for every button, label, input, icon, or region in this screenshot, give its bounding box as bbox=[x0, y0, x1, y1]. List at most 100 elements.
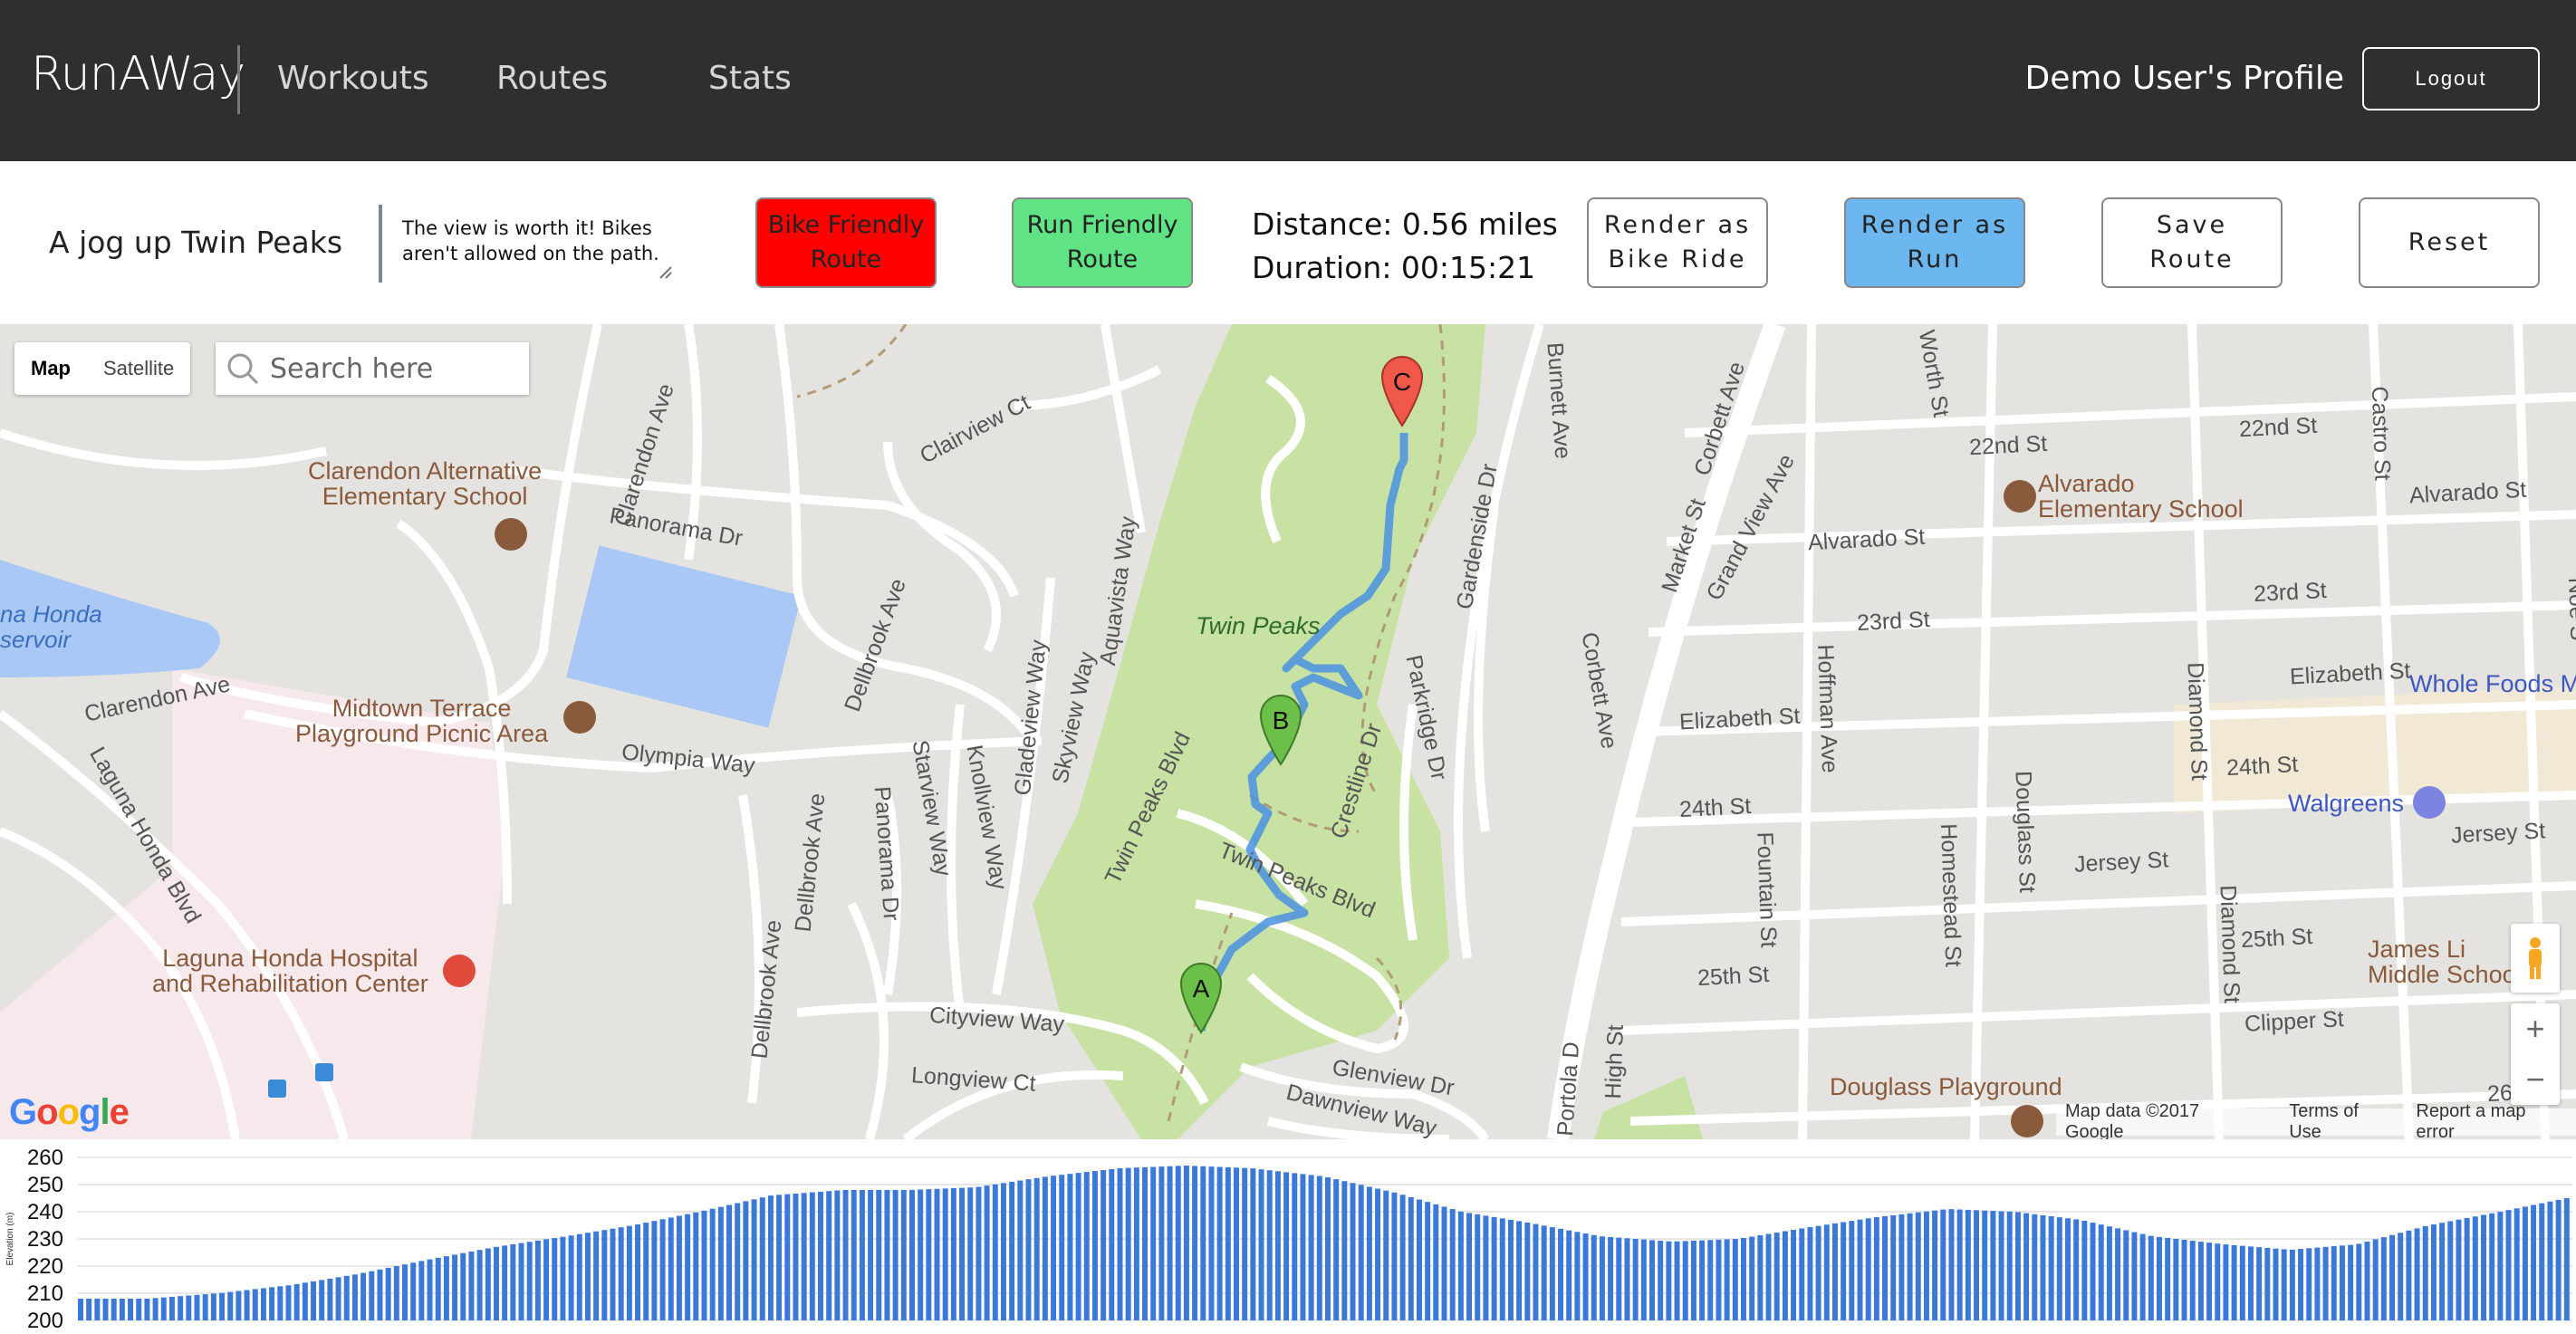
map-type-satellite[interactable]: Satellite bbox=[87, 342, 190, 395]
elevation-bar bbox=[2032, 1214, 2038, 1320]
elevation-bar bbox=[651, 1221, 658, 1320]
elevation-bar bbox=[976, 1186, 982, 1320]
hospital-icon[interactable] bbox=[443, 955, 476, 987]
elevation-bar bbox=[1083, 1172, 1090, 1320]
label-douglass: Douglass St bbox=[2010, 770, 2041, 894]
elevation-bar bbox=[1549, 1227, 1555, 1320]
elevation-bar bbox=[1192, 1166, 1198, 1320]
run-friendly-button[interactable]: Run Friendly Route bbox=[1012, 197, 1193, 288]
elevation-bar bbox=[1408, 1196, 1414, 1320]
elevation-bar bbox=[244, 1290, 250, 1320]
nav-workouts[interactable]: Workouts bbox=[277, 60, 429, 97]
save-route-button[interactable]: Save Route bbox=[2101, 197, 2283, 288]
elevation-bar bbox=[2555, 1199, 2562, 1320]
elevation-bar bbox=[1466, 1213, 1473, 1320]
elevation-bar bbox=[1491, 1216, 1497, 1320]
elevation-bar bbox=[1974, 1210, 1980, 1320]
render-run-button[interactable]: Render as Run bbox=[1844, 197, 2025, 288]
elevation-bar bbox=[1499, 1218, 1505, 1320]
nav-stats[interactable]: Stats bbox=[708, 60, 792, 97]
elevation-bar bbox=[319, 1280, 325, 1320]
zoom-out-button[interactable]: − bbox=[2511, 1054, 2560, 1105]
elevation-bar bbox=[1666, 1241, 1672, 1320]
elevation-bar bbox=[1782, 1231, 1788, 1320]
elevation-bar bbox=[1009, 1181, 1015, 1320]
elevation-bar bbox=[759, 1197, 765, 1320]
label-24th: 24th St bbox=[1678, 792, 1752, 823]
elevation-bar bbox=[1757, 1234, 1764, 1320]
y-tick-label: 240 bbox=[27, 1200, 63, 1224]
elevation-bar bbox=[1799, 1228, 1805, 1320]
elevation-bar bbox=[726, 1204, 733, 1320]
elevation-bar bbox=[1807, 1227, 1813, 1320]
elevation-bar bbox=[1823, 1224, 1830, 1320]
elevation-bar bbox=[801, 1193, 807, 1320]
elevation-bar bbox=[285, 1285, 292, 1320]
elevation-bar bbox=[102, 1299, 109, 1320]
transit-icon[interactable] bbox=[268, 1080, 286, 1098]
marker-a[interactable]: A bbox=[1179, 962, 1223, 1034]
elevation-bar bbox=[2173, 1238, 2179, 1320]
terms-link[interactable]: Terms of Use bbox=[2289, 1101, 2394, 1139]
label-noe: Noe S bbox=[2563, 577, 2576, 641]
reset-button[interactable]: Reset bbox=[2359, 197, 2540, 288]
map-canvas[interactable]: Clarendon Alternative Elementary School … bbox=[0, 324, 2576, 1139]
elevation-bar bbox=[2148, 1235, 2154, 1320]
elevation-bar bbox=[1732, 1239, 1738, 1320]
elevation-bar bbox=[568, 1235, 574, 1320]
elevation-bar bbox=[1674, 1241, 1680, 1320]
report-link[interactable]: Report a map error bbox=[2416, 1101, 2567, 1139]
transit-icon-2[interactable] bbox=[315, 1063, 333, 1081]
render-bike-button[interactable]: Render as Bike Ride bbox=[1587, 197, 1768, 288]
elevation-bar bbox=[1225, 1166, 1231, 1320]
elevation-bar bbox=[427, 1259, 433, 1320]
label-laguna-hospital: Laguna Honda Hospital and Rehabilitation… bbox=[152, 945, 428, 997]
logout-button[interactable]: Logout bbox=[2362, 47, 2540, 110]
elevation-bar bbox=[1741, 1237, 1746, 1320]
distance-text: Distance: 0.56 miles bbox=[1252, 206, 1558, 242]
elevation-bar bbox=[2231, 1244, 2237, 1320]
elevation-bar bbox=[1101, 1169, 1107, 1320]
elevation-bar bbox=[942, 1188, 948, 1320]
elevation-bar bbox=[2514, 1208, 2520, 1320]
route-description-textarea[interactable]: The view is worth it! Bikes aren't allow… bbox=[379, 205, 678, 283]
marker-c-label: C bbox=[1392, 368, 1412, 396]
label-high: High St bbox=[1600, 1024, 1629, 1099]
resize-grip-icon[interactable] bbox=[658, 264, 672, 279]
elevation-bar bbox=[1183, 1166, 1189, 1320]
elevation-bar bbox=[2522, 1206, 2528, 1320]
elevation-bar bbox=[2531, 1204, 2537, 1320]
elevation-bar bbox=[2497, 1212, 2504, 1320]
zoom-in-button[interactable]: + bbox=[2511, 1003, 2560, 1054]
route-name-input[interactable]: A jog up Twin Peaks bbox=[49, 225, 342, 260]
shopping-icon[interactable] bbox=[2413, 786, 2446, 819]
profile-link[interactable]: Demo User's Profile bbox=[2025, 60, 2345, 97]
marker-c[interactable]: C bbox=[1380, 355, 1424, 427]
brand-logo[interactable]: RunAWay bbox=[31, 47, 245, 101]
elevation-bar bbox=[2040, 1214, 2046, 1320]
elevation-bar bbox=[793, 1193, 799, 1320]
playground-icon[interactable] bbox=[2011, 1105, 2043, 1137]
elevation-bar bbox=[659, 1219, 666, 1320]
nav-routes[interactable]: Routes bbox=[496, 60, 608, 97]
bike-friendly-button[interactable]: Bike Friendly Route bbox=[755, 197, 937, 288]
elevation-bar bbox=[984, 1185, 990, 1320]
school-icon-alvarado[interactable] bbox=[2004, 480, 2036, 513]
elevation-bar bbox=[1982, 1210, 1988, 1320]
elevation-bar bbox=[626, 1225, 632, 1320]
elevation-bar bbox=[534, 1240, 541, 1320]
elevation-bar bbox=[2098, 1224, 2104, 1320]
picnic-icon[interactable] bbox=[563, 701, 596, 734]
elevation-bar bbox=[2197, 1242, 2204, 1320]
school-icon[interactable] bbox=[495, 518, 527, 551]
elevation-bar bbox=[2447, 1221, 2454, 1320]
elevation-bar bbox=[635, 1224, 641, 1320]
marker-b[interactable]: B bbox=[1259, 694, 1302, 766]
elevation-bar bbox=[393, 1266, 399, 1320]
elevation-bar bbox=[601, 1230, 608, 1320]
label-castro: Castro St bbox=[2366, 385, 2396, 482]
street-view-pegman[interactable] bbox=[2511, 924, 2560, 993]
map-search-box[interactable]: Search here bbox=[216, 342, 529, 395]
elevation-bar bbox=[1391, 1192, 1398, 1320]
map-type-map[interactable]: Map bbox=[14, 342, 87, 395]
